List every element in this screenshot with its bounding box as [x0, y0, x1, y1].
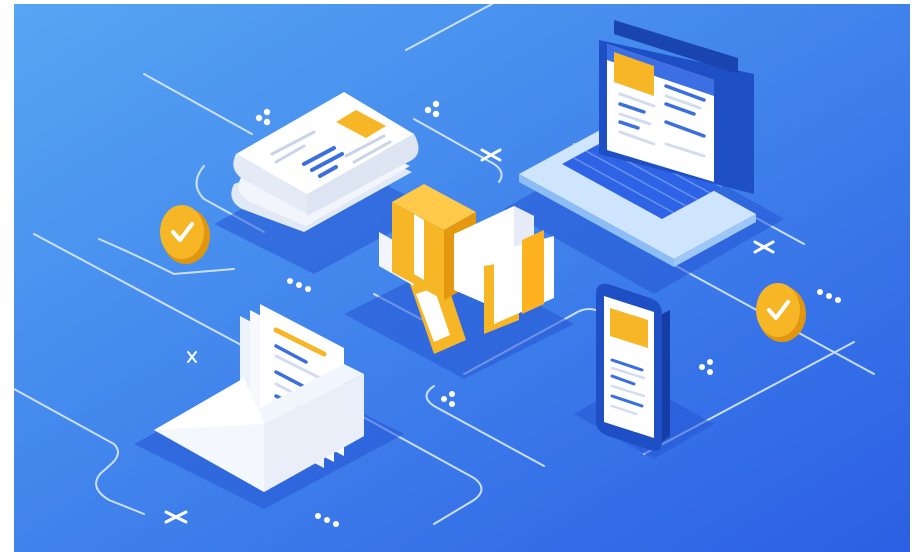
- illustration: [14, 4, 910, 552]
- smartphone-icon: [596, 283, 670, 451]
